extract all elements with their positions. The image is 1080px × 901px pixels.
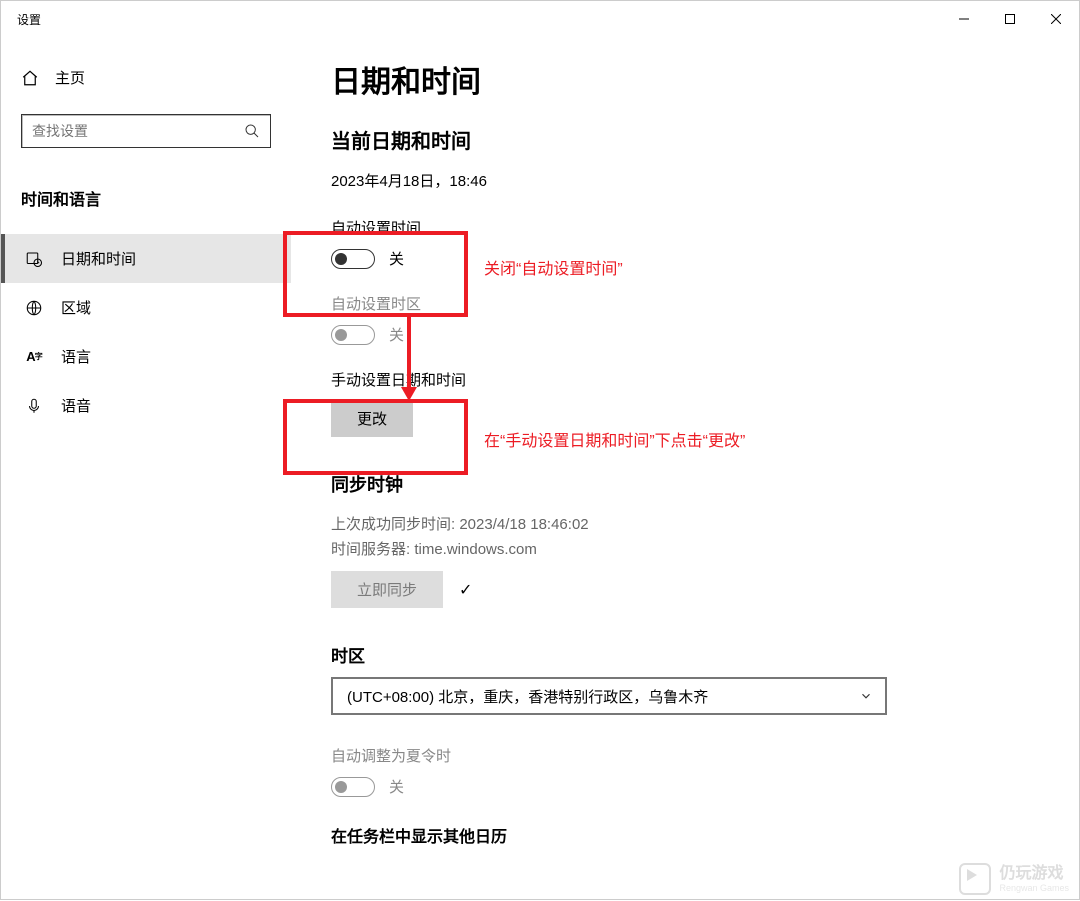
auto-time-state: 关 <box>389 248 404 269</box>
sync-heading: 同步时钟 <box>331 471 1039 497</box>
current-datetime-value: 2023年4月18日，18:46 <box>331 170 1039 191</box>
search-icon <box>244 123 260 139</box>
watermark-text: 仍玩游戏 <box>999 865 1069 883</box>
watermark: 仍玩游戏 Rengwan Games <box>959 863 1069 895</box>
sidebar-item-label: 语言 <box>61 346 91 367</box>
calendar-clock-icon <box>25 250 43 268</box>
annotation-text-1: 关闭“自动设置时间” <box>484 255 623 279</box>
sidebar-item-language[interactable]: A字 语言 <box>1 332 291 381</box>
sidebar-section-label: 时间和语言 <box>1 178 291 218</box>
sync-clock-group: 同步时钟 上次成功同步时间: 2023/4/18 18:46:02 时间服务器:… <box>331 471 1039 608</box>
taskbar-calendar-heading: 在任务栏中显示其他日历 <box>331 823 1039 847</box>
window-title: 设置 <box>17 11 41 28</box>
minimize-button[interactable] <box>941 3 987 35</box>
microphone-icon <box>25 397 43 415</box>
home-link[interactable]: 主页 <box>1 59 291 96</box>
page-heading: 日期和时间 <box>331 57 1039 101</box>
sidebar-item-datetime[interactable]: 日期和时间 <box>1 234 291 283</box>
auto-zone-label: 自动设置时区 <box>331 293 1039 314</box>
window-controls <box>941 3 1079 35</box>
change-button[interactable]: 更改 <box>331 400 413 437</box>
annotation-text-2: 在“手动设置日期和时间”下点击“更改” <box>484 427 745 451</box>
language-icon: A字 <box>25 348 43 366</box>
search-input[interactable] <box>32 123 244 139</box>
titlebar: 设置 <box>1 1 1079 37</box>
watermark-subtext: Rengwan Games <box>999 883 1069 893</box>
sidebar-item-speech[interactable]: 语音 <box>1 381 291 430</box>
auto-time-toggle[interactable] <box>331 249 375 269</box>
sidebar-item-label: 语音 <box>61 395 91 416</box>
globe-icon <box>25 299 43 317</box>
home-label: 主页 <box>55 67 85 88</box>
dst-label: 自动调整为夏令时 <box>331 745 1039 766</box>
dst-group: 自动调整为夏令时 关 <box>331 745 1039 797</box>
auto-zone-toggle <box>331 325 375 345</box>
search-input-wrap[interactable] <box>21 114 271 148</box>
timezone-group: 时区 (UTC+08:00) 北京，重庆，香港特别行政区，乌鲁木齐 <box>331 642 1039 715</box>
timezone-heading: 时区 <box>331 642 1039 667</box>
sidebar-item-region[interactable]: 区域 <box>1 283 291 332</box>
watermark-icon <box>959 863 991 895</box>
maximize-button[interactable] <box>987 3 1033 35</box>
sidebar-item-label: 区域 <box>61 297 91 318</box>
timezone-value: (UTC+08:00) 北京，重庆，香港特别行政区，乌鲁木齐 <box>347 686 708 707</box>
sidebar: 主页 时间和语言 日期和时间 <box>1 37 291 901</box>
current-datetime-heading: 当前日期和时间 <box>331 125 1039 154</box>
home-icon <box>21 69 39 87</box>
dst-state: 关 <box>389 776 404 797</box>
content-area: 日期和时间 当前日期和时间 2023年4月18日，18:46 自动设置时间 关 … <box>291 37 1079 901</box>
auto-time-label: 自动设置时间 <box>331 217 1039 238</box>
auto-zone-group: 自动设置时区 关 <box>331 293 1039 345</box>
check-icon: ✓ <box>459 580 472 600</box>
sync-server: 时间服务器: time.windows.com <box>331 538 1039 559</box>
dst-toggle <box>331 777 375 797</box>
sync-now-button[interactable]: 立即同步 <box>331 571 443 608</box>
close-button[interactable] <box>1033 3 1079 35</box>
sidebar-item-label: 日期和时间 <box>61 248 136 269</box>
manual-set-label: 手动设置日期和时间 <box>331 369 1039 390</box>
auto-zone-state: 关 <box>389 324 404 345</box>
timezone-dropdown[interactable]: (UTC+08:00) 北京，重庆，香港特别行政区，乌鲁木齐 <box>331 677 887 715</box>
sync-last: 上次成功同步时间: 2023/4/18 18:46:02 <box>331 513 1039 534</box>
chevron-down-icon <box>859 689 873 703</box>
auto-time-group: 自动设置时间 关 <box>331 217 1039 269</box>
